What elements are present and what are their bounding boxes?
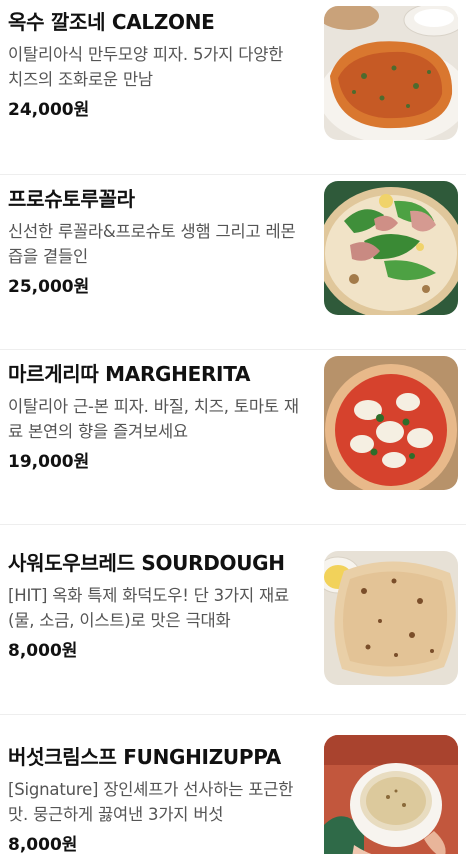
menu-item-name: 프로슈토루꼴라	[8, 187, 135, 211]
menu-item-price: 25,000원	[8, 277, 90, 297]
menu-item-text: 버섯크림스프 FUNGHIZUPPA [Signature] 장인셰프가 선사하…	[8, 743, 303, 854]
calzone-photo[interactable]	[324, 6, 458, 140]
menu-item-description: [Signature] 장인셰프가 선사하는 포근한 맛. 뭉근하게 끓여낸 3…	[8, 780, 294, 824]
menu-item-price: 24,000원	[8, 100, 90, 120]
menu-item-text: 옥수 깔조네 CALZONE 이탈리아식 만두모양 피자. 5가지 다양한 치즈…	[8, 8, 303, 122]
menu-list: 옥수 깔조네 CALZONE 이탈리아식 만두모양 피자. 5가지 다양한 치즈…	[0, 0, 466, 854]
menu-item-description: [HIT] 옥화 특제 화덕도우! 단 3가지 재료(물, 소금, 이스트)로 …	[8, 586, 289, 630]
menu-item-name: 마르게리따 MARGHERITA	[8, 362, 251, 386]
menu-item-prosciutto[interactable]: 프로슈토루꼴라 신선한 루꼴라&프로슈토 생햄 그리고 레몬즙을 곁들인 25,…	[0, 175, 466, 350]
menu-item-name: 버섯크림스프 FUNGHIZUPPA	[8, 745, 281, 769]
mushroom-cream-soup-photo[interactable]	[324, 735, 458, 854]
menu-item-price: 8,000원	[8, 835, 78, 854]
menu-item-text: 사워도우브레드 SOURDOUGH [HIT] 옥화 특제 화덕도우! 단 3가…	[8, 549, 303, 663]
menu-item-margherita[interactable]: 마르게리따 MARGHERITA 이탈리아 근-본 피자. 바질, 치즈, 토마…	[0, 350, 466, 525]
menu-item-price: 19,000원	[8, 452, 90, 472]
menu-item-calzone[interactable]: 옥수 깔조네 CALZONE 이탈리아식 만두모양 피자. 5가지 다양한 치즈…	[0, 0, 466, 175]
menu-item-price: 8,000원	[8, 641, 78, 661]
menu-item-text: 마르게리따 MARGHERITA 이탈리아 근-본 피자. 바질, 치즈, 토마…	[8, 360, 303, 474]
menu-item-description: 이탈리아식 만두모양 피자. 5가지 다양한 치즈의 조화로운 만남	[8, 45, 284, 89]
menu-item-mushroom-soup[interactable]: 버섯크림스프 FUNGHIZUPPA [Signature] 장인셰프가 선사하…	[0, 715, 466, 854]
margherita-pizza-photo[interactable]	[324, 356, 458, 490]
menu-item-name: 옥수 깔조네 CALZONE	[8, 10, 215, 34]
menu-item-description: 신선한 루꼴라&프로슈토 생햄 그리고 레몬즙을 곁들인	[8, 222, 296, 266]
menu-item-name: 사워도우브레드 SOURDOUGH	[8, 551, 285, 575]
menu-item-sourdough[interactable]: 사워도우브레드 SOURDOUGH [HIT] 옥화 특제 화덕도우! 단 3가…	[0, 525, 466, 715]
sourdough-bread-photo[interactable]	[324, 551, 458, 685]
prosciutto-arugula-pizza-photo[interactable]	[324, 181, 458, 315]
menu-item-text: 프로슈토루꼴라 신선한 루꼴라&프로슈토 생햄 그리고 레몬즙을 곁들인 25,…	[8, 185, 303, 299]
menu-item-description: 이탈리아 근-본 피자. 바질, 치즈, 토마토 재료 본연의 향을 즐겨보세요	[8, 397, 299, 441]
